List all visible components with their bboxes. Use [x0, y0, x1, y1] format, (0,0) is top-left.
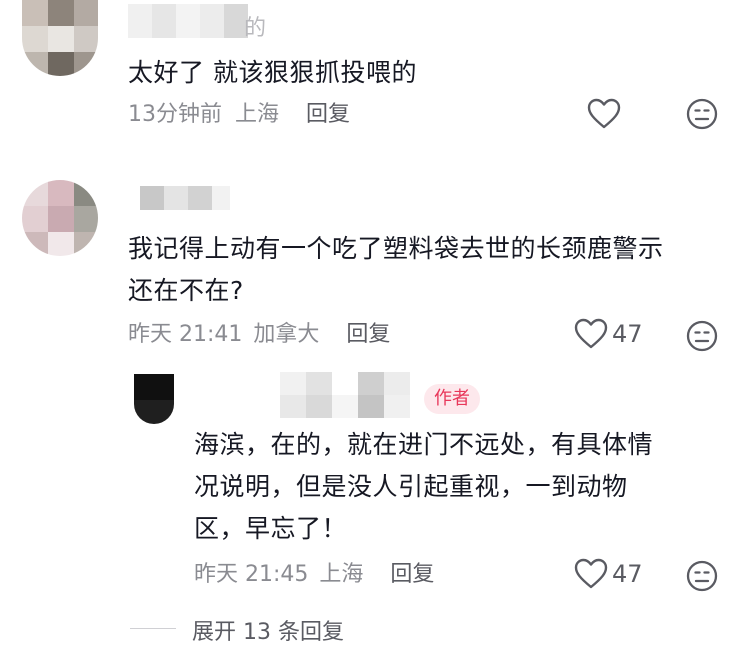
comment-text-line: 我记得上动有一个吃了塑料袋去世的长颈鹿警示: [128, 234, 664, 263]
heart-outline-icon: [587, 98, 621, 129]
reply-button[interactable]: 回复: [346, 322, 390, 347]
meh-face-icon: [686, 560, 718, 592]
comment-text-line: 还在不在?: [128, 276, 244, 305]
comment-location: 加拿大: [253, 322, 320, 347]
reply-time: 昨天 21:45: [194, 562, 309, 587]
like-button[interactable]: 47: [574, 558, 643, 590]
username[interactable]: [140, 186, 230, 210]
comment-meta: 13分钟前 上海 回复: [128, 100, 350, 130]
username[interactable]: [128, 4, 248, 38]
reply-text-line: 海滨，在的，就在进门不远处，有具体情: [194, 430, 654, 459]
heart-outline-icon: [574, 558, 608, 589]
reply-text-line: 区，早忘了！: [194, 514, 348, 543]
avatar[interactable]: [22, 0, 98, 76]
comment-time: 13分钟前: [128, 102, 222, 127]
avatar[interactable]: [22, 180, 98, 256]
dislike-button[interactable]: [686, 320, 718, 352]
expand-divider: [130, 628, 176, 629]
like-button[interactable]: 47: [574, 318, 643, 350]
heart-outline-icon: [574, 318, 608, 349]
comment-meta: 昨天 21:41 加拿大 回复: [128, 320, 390, 350]
like-count: 47: [612, 320, 643, 348]
dislike-button[interactable]: [686, 98, 718, 130]
dislike-button[interactable]: [686, 560, 718, 592]
comment-text: 我记得上动有一个吃了塑料袋去世的长颈鹿警示 还在不在?: [128, 228, 664, 312]
comment-location: 上海: [235, 102, 280, 127]
avatar[interactable]: [134, 374, 174, 424]
meh-face-icon: [686, 98, 718, 130]
reply-button[interactable]: 回复: [306, 102, 350, 127]
username[interactable]: [280, 372, 410, 418]
reply-location: 上海: [319, 562, 364, 587]
expand-replies-button[interactable]: 展开 13 条回复: [192, 614, 344, 646]
reply-text: 海滨，在的，就在进门不远处，有具体情 况说明，但是没人引起重视，一到动物 区，早…: [194, 424, 653, 550]
author-badge: 作者: [424, 384, 480, 414]
comment-time: 昨天 21:41: [128, 322, 243, 347]
comment-text: 太好了 就该狠狠抓投喂的: [128, 58, 417, 87]
meh-face-icon: [686, 320, 718, 352]
reply-meta: 昨天 21:45 上海 回复: [194, 560, 434, 590]
like-button[interactable]: [587, 98, 621, 130]
reply-text-line: 况说明，但是没人引起重视，一到动物: [194, 472, 628, 501]
like-count: 47: [612, 560, 643, 588]
username-tail: 的: [244, 16, 267, 41]
reply-button[interactable]: 回复: [390, 562, 434, 587]
